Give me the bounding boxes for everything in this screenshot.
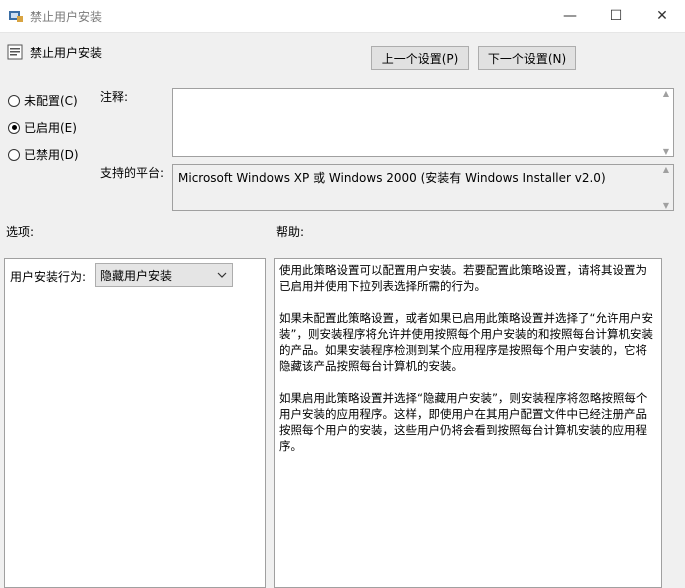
radio-label: 已启用(E) xyxy=(24,121,77,135)
comment-scrollbar[interactable]: ▲ ▼ xyxy=(659,89,673,156)
user-install-behavior-label: 用户安装行为: xyxy=(10,270,87,284)
radio-label: 已禁用(D) xyxy=(24,148,79,162)
window-title: 禁止用户安装 xyxy=(30,10,103,24)
user-install-behavior-dropdown[interactable]: 隐藏用户安装 xyxy=(95,263,233,287)
options-heading: 选项: xyxy=(6,225,35,239)
platform-value: Microsoft Windows XP 或 Windows 2000 (安装有… xyxy=(178,171,606,185)
radio-circle[interactable] xyxy=(8,148,20,161)
chevron-down-icon[interactable] xyxy=(217,268,227,285)
previous-setting-button[interactable]: 上一个设置(P) xyxy=(371,46,469,70)
close-button[interactable]: ✕ xyxy=(639,0,685,32)
radio-not-configured[interactable]: 未配置(C) xyxy=(8,92,78,109)
help-panel: 使用此策略设置可以配置用户安装。若要配置此策略设置，请将其设置为已启用并使用下拉… xyxy=(274,258,662,588)
scroll-down-icon[interactable]: ▼ xyxy=(663,201,669,210)
next-setting-button[interactable]: 下一个设置(N) xyxy=(478,46,576,70)
help-paragraph: 如果未配置此策略设置，或者如果已启用此策略设置并选择了“允许用户安装”，则安装程… xyxy=(279,311,653,373)
setting-icon xyxy=(7,44,23,60)
dropdown-value: 隐藏用户安装 xyxy=(100,268,173,283)
help-paragraph: 使用此策略设置可以配置用户安装。若要配置此策略设置，请将其设置为已启用并使用下拉… xyxy=(279,263,647,293)
comment-label: 注释: xyxy=(100,90,129,104)
policy-icon xyxy=(9,11,23,22)
policy-title: 禁止用户安装 xyxy=(30,46,103,60)
radio-circle[interactable] xyxy=(8,94,20,107)
scroll-up-icon[interactable]: ▲ xyxy=(663,165,669,174)
help-scrollbar[interactable] xyxy=(662,258,676,588)
radio-label: 未配置(C) xyxy=(24,94,78,108)
platform-scrollbar[interactable]: ▲ ▼ xyxy=(659,165,673,210)
maximize-button[interactable]: ☐ xyxy=(593,0,639,32)
radio-circle-checked[interactable] xyxy=(8,121,20,134)
help-heading: 帮助: xyxy=(276,225,305,239)
radio-disabled[interactable]: 已禁用(D) xyxy=(8,146,79,163)
scroll-down-icon[interactable]: ▼ xyxy=(663,147,669,156)
help-paragraph: 如果启用此策略设置并选择“隐藏用户安装”，则安装程序将忽略按照每个用户安装的应用… xyxy=(279,391,648,453)
title-bar: 禁止用户安装 — ☐ ✕ xyxy=(0,0,685,33)
radio-enabled[interactable]: 已启用(E) xyxy=(8,119,77,136)
comment-textarea[interactable]: ▲ ▼ xyxy=(172,88,674,157)
options-panel: 用户安装行为: 隐藏用户安装 xyxy=(4,258,266,588)
minimize-button[interactable]: — xyxy=(547,0,593,32)
platform-field: Microsoft Windows XP 或 Windows 2000 (安装有… xyxy=(172,164,674,211)
platform-label: 支持的平台: xyxy=(100,166,165,180)
scroll-up-icon[interactable]: ▲ xyxy=(663,89,669,98)
